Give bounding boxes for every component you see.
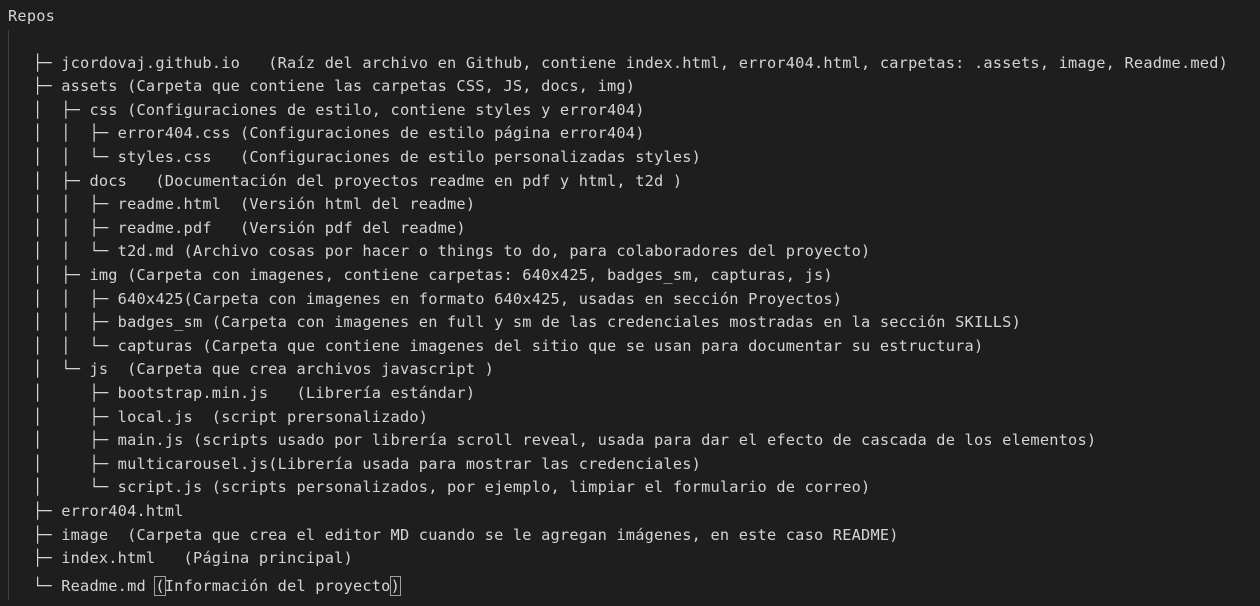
tree-line: │ │ ├─ readme.html (Versión html del rea…	[33, 195, 476, 214]
title-line: Repos	[8, 7, 56, 25]
tree-line: │ ├─ multicarousel.js(Librería usada par…	[33, 454, 702, 473]
close-paren-highlight: )	[389, 576, 402, 596]
readme-line-middle: Información del proyecto	[164, 577, 391, 595]
tree-line: │ ├─ css (Configuraciones de estilo, con…	[33, 100, 645, 119]
indent-guide	[8, 30, 9, 600]
tree-line: │ │ ├─ readme.pdf (Versión pdf del readm…	[33, 218, 466, 237]
tree-line: │ │ ├─ badges_sm (Carpeta con imagenes e…	[33, 313, 1021, 332]
tree-line: │ ├─ img (Carpeta con imagenes, contiene…	[33, 266, 833, 284]
tree-line: │ └─ js (Carpeta que crea archivos javas…	[33, 360, 495, 379]
open-paren-highlight: (	[154, 576, 166, 596]
code-editor[interactable]: Repos ├─ jcordovaj.github.io (Raíz del a…	[0, 0, 1260, 606]
tree-line: ├─ index.html (Página principal)	[33, 549, 353, 568]
tree-line: ├─ image (Carpeta que crea el editor MD …	[33, 525, 899, 544]
tree-line: │ │ └─ capturas (Carpeta que contiene im…	[33, 336, 984, 355]
tree-line: │ │ ├─ 640x425(Carpeta con imagenes en f…	[33, 289, 843, 308]
tree-line: ├─ jcordovaj.github.io (Raíz del archivo…	[33, 53, 1229, 72]
tree-line: │ │ ├─ error404.css (Configuraciones de …	[33, 124, 645, 143]
tree-line: │ ├─ local.js (script prersonalizado)	[33, 407, 429, 426]
tree-line: │ │ └─ t2d.md (Archivo cosas por hacer o…	[33, 242, 871, 261]
tree-line: │ ├─ bootstrap.min.js (Librería estándar…	[33, 384, 476, 402]
tree-line: ├─ error404.html	[33, 502, 184, 520]
tree-line: │ ├─ docs (Documentación del proyectos r…	[33, 171, 683, 190]
tree-line: ├─ assets (Carpeta que contiene las carp…	[33, 77, 636, 96]
readme-line-prefix: └─ Readme.md	[33, 577, 156, 595]
tree-line: │ └─ script.js (scripts personalizados, …	[33, 478, 871, 497]
tree-line: │ ├─ main.js (scripts usado por librería…	[33, 431, 1097, 450]
tree-line-readme: └─ Readme.md (Información del proyecto)	[33, 575, 402, 597]
tree-line: │ │ └─ styles.css (Configuraciones de es…	[33, 148, 702, 166]
